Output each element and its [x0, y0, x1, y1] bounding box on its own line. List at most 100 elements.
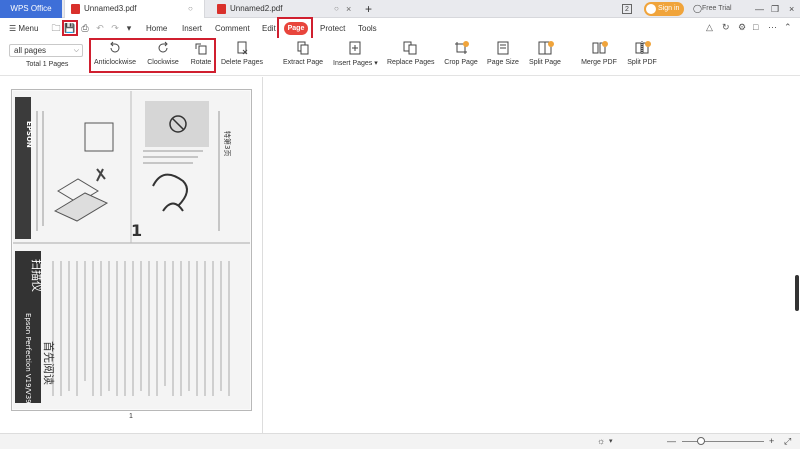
- sync-icon[interactable]: ↻: [722, 22, 730, 33]
- delete-pages-button[interactable]: Delete Pages: [220, 41, 264, 66]
- zoom-slider-knob[interactable]: [697, 437, 705, 445]
- split-pdf-label: Split PDF: [627, 59, 657, 66]
- fit-window-icon[interactable]: ⤢: [784, 434, 791, 449]
- window-count-badge[interactable]: 2: [622, 4, 632, 14]
- extract-page-label: Extract Page: [282, 59, 324, 66]
- save-icon[interactable]: 💾: [62, 20, 78, 36]
- new-tab-button[interactable]: +: [365, 0, 372, 18]
- clockwise-button[interactable]: Clockwise: [143, 41, 183, 66]
- collapse-ribbon-icon[interactable]: ⌃: [784, 22, 792, 33]
- menu-edit[interactable]: Edit: [262, 19, 276, 38]
- settings-icon[interactable]: ⚙: [738, 22, 746, 33]
- rotate-left-icon: [110, 41, 120, 53]
- sign-in-button[interactable]: Sign in: [644, 2, 684, 16]
- more-icon[interactable]: ⋯: [768, 22, 777, 33]
- menu-page[interactable]: Page: [284, 22, 308, 35]
- zoom-out-icon[interactable]: —: [667, 434, 676, 449]
- page-range-select[interactable]: all pages ⌵: [9, 44, 83, 57]
- insert-pages-label: Insert Pages ▾: [333, 60, 378, 67]
- title-bar: WPS Office Unnamed3.pdf ○ Unnamed2.pdf ○…: [0, 0, 800, 18]
- menu-protect[interactable]: Protect: [320, 19, 345, 38]
- page-size-button[interactable]: Page Size: [486, 41, 520, 66]
- sign-in-label: Sign in: [658, 5, 680, 12]
- tab-label: Unnamed3.pdf: [84, 4, 137, 13]
- replace-pages-label: Replace Pages: [387, 59, 435, 66]
- page-size-label: Page Size: [487, 59, 519, 66]
- premium-badge-icon: [602, 41, 608, 47]
- doc-tab-unnamed3[interactable]: Unnamed3.pdf ○: [64, 0, 205, 18]
- menu-bar: ☰ Menu 🗀 💾 ⎙ ↶ ↷ ▾ Home Insert Comment E…: [0, 19, 800, 38]
- thumbnail-brand: EPSON: [25, 121, 33, 148]
- page-thumbnail[interactable]: 1 EPSON 扫描仪 Epson Perfection V19/V39 首先阅…: [13, 91, 250, 409]
- thumbnail-title-cn: 扫描仪: [30, 259, 44, 292]
- split-page-label: Split Page: [529, 59, 561, 66]
- pdf-icon: [217, 4, 226, 14]
- premium-badge-icon: [463, 41, 469, 47]
- replace-page-icon: [403, 41, 417, 55]
- insert-pages-button[interactable]: Insert Pages ▾: [333, 41, 378, 67]
- view-mode-dropdown-icon[interactable]: ▾: [609, 434, 613, 449]
- thumbnail-title-en: Epson Perfection V19/V39: [24, 313, 32, 404]
- free-trial-icon: ◯: [693, 4, 702, 13]
- cloud-status-icon: ○: [188, 4, 193, 13]
- svg-text:1: 1: [131, 221, 142, 240]
- menu-label: Menu: [18, 24, 39, 33]
- rotate-button[interactable]: Rotate: [187, 41, 215, 66]
- insert-page-icon: [349, 41, 361, 55]
- anticlockwise-button[interactable]: Anticlockwise: [92, 41, 138, 66]
- close-tab-icon[interactable]: ×: [346, 0, 351, 18]
- pdf-icon: [71, 4, 80, 14]
- extract-page-button[interactable]: Extract Page: [282, 41, 324, 66]
- hamburger-icon: ☰: [9, 24, 17, 33]
- open-folder-icon[interactable]: 🗀: [50, 22, 62, 34]
- merge-pdf-label: Merge PDF: [581, 59, 617, 66]
- document-view[interactable]: [264, 77, 800, 433]
- comment-icon[interactable]: □: [753, 22, 758, 32]
- tab-label: Unnamed2.pdf: [230, 4, 283, 13]
- thumbnail-side-label: 特第3页: [223, 131, 232, 156]
- menu-insert[interactable]: Insert: [182, 19, 202, 38]
- share-icon[interactable]: △: [706, 22, 713, 33]
- avatar-icon: [646, 4, 656, 14]
- split-pdf-button[interactable]: Split PDF: [625, 41, 659, 66]
- page-size-icon: [497, 41, 509, 55]
- zoom-in-icon[interactable]: +: [769, 434, 774, 449]
- extract-page-icon: [297, 41, 309, 55]
- doc-tab-unnamed2[interactable]: Unnamed2.pdf ○ ×: [206, 0, 356, 18]
- wps-office-tab[interactable]: WPS Office: [0, 0, 62, 18]
- scrollbar-handle[interactable]: [795, 275, 799, 311]
- menu-comment[interactable]: Comment: [215, 19, 250, 38]
- chevron-down-icon: ⌵: [73, 47, 79, 54]
- crop-page-label: Crop Page: [444, 59, 478, 66]
- close-window-icon[interactable]: ×: [789, 0, 794, 18]
- menu-tools[interactable]: Tools: [358, 19, 377, 38]
- rotate-label: Rotate: [190, 59, 212, 66]
- eye-protection-icon[interactable]: ☼: [597, 434, 605, 449]
- status-bar: ☼ ▾ — + ⤢: [0, 433, 800, 449]
- rotate-right-icon: [158, 41, 168, 53]
- main-menu-button[interactable]: ☰ Menu: [9, 19, 38, 38]
- customize-dropdown-icon[interactable]: ▾: [123, 22, 135, 34]
- premium-badge-icon: [645, 41, 651, 47]
- clockwise-label: Clockwise: [147, 59, 179, 66]
- split-page-button[interactable]: Split Page: [528, 41, 562, 66]
- replace-pages-button[interactable]: Replace Pages: [387, 41, 435, 66]
- anticlockwise-label: Anticlockwise: [93, 59, 136, 66]
- zoom-slider-track[interactable]: [682, 441, 764, 442]
- cloud-status-icon: ○: [334, 4, 339, 13]
- scanned-page-preview: 1 EPSON 扫描仪 Epson Perfection V19/V39 首先阅…: [13, 91, 250, 409]
- undo-icon[interactable]: ↶: [94, 22, 106, 34]
- merge-pdf-button[interactable]: Merge PDF: [580, 41, 618, 66]
- delete-page-icon: [237, 41, 248, 55]
- print-icon[interactable]: ⎙: [79, 22, 91, 34]
- free-trial-link[interactable]: Free Trial: [702, 0, 732, 18]
- crop-page-button[interactable]: Crop Page: [443, 41, 479, 66]
- page-range-value: all pages: [14, 46, 47, 55]
- premium-badge-icon: [548, 41, 554, 47]
- rotate-page-icon: [195, 43, 207, 55]
- minimize-icon[interactable]: —: [755, 0, 764, 18]
- redo-icon[interactable]: ↷: [109, 22, 121, 34]
- menu-home[interactable]: Home: [146, 19, 167, 38]
- thumbnail-read-first: 首先阅读: [42, 341, 56, 385]
- restore-icon[interactable]: ❐: [771, 0, 779, 18]
